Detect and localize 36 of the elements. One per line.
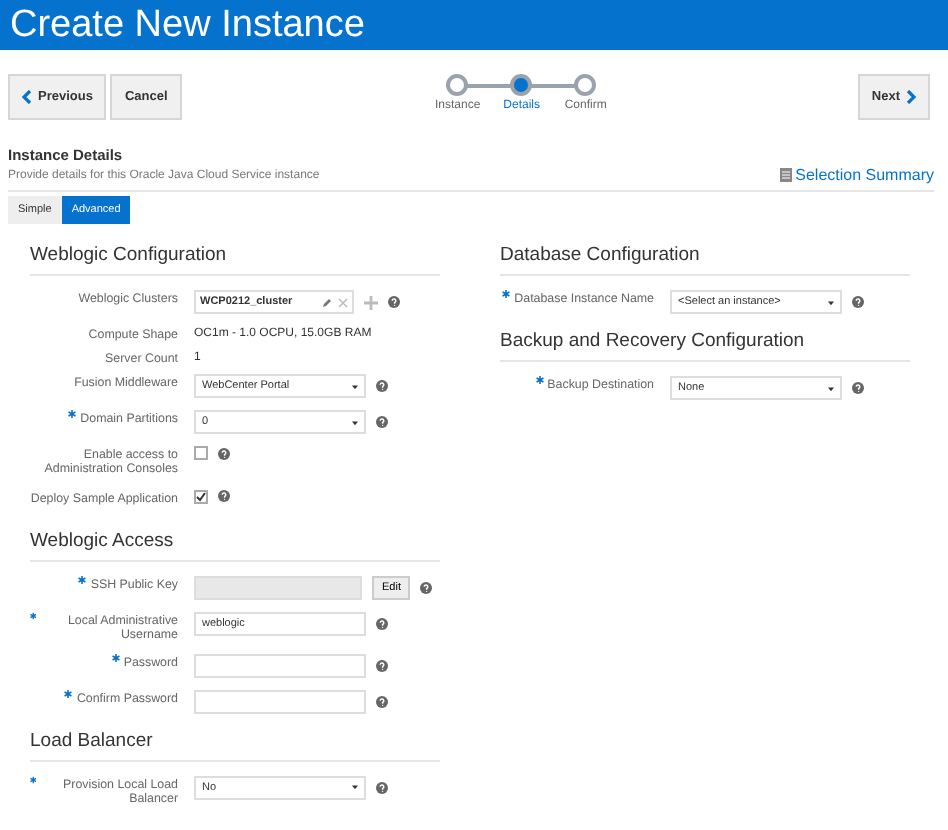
selection-summary-link[interactable]: Selection Summary	[779, 166, 934, 184]
help-icon[interactable]	[376, 416, 388, 429]
caret-icon	[828, 299, 834, 305]
section-heading: Weblogic Configuration	[30, 244, 440, 276]
help-icon[interactable]	[218, 490, 230, 502]
help-icon[interactable]	[218, 447, 230, 460]
list-icon	[779, 168, 792, 182]
chevron-right-icon	[906, 90, 916, 104]
input-field[interactable]	[194, 653, 366, 678]
caret-icon	[828, 385, 834, 391]
train-stop[interactable]	[446, 74, 469, 96]
help-icon[interactable]	[852, 296, 864, 308]
caret-icon	[352, 419, 358, 426]
train-stop[interactable]	[510, 74, 533, 96]
section-heading: Weblogic Access	[30, 529, 440, 561]
section-heading: Database Configuration	[500, 244, 910, 276]
help-icon[interactable]	[420, 581, 433, 593]
checkbox[interactable]	[194, 489, 208, 503]
help-icon[interactable]	[376, 380, 388, 393]
train-stop[interactable]	[574, 74, 597, 96]
help-icon[interactable]	[376, 659, 388, 672]
help-icon[interactable]	[388, 296, 400, 308]
input-field[interactable]	[194, 575, 362, 599]
chevron-left-icon	[22, 90, 32, 104]
caret-icon	[352, 383, 358, 390]
help-icon[interactable]	[376, 617, 388, 629]
section-heading: Load Balancer	[30, 729, 440, 762]
help-icon[interactable]	[376, 695, 388, 708]
page-title: Create New Instance	[10, 3, 365, 47]
checkbox[interactable]	[194, 446, 208, 461]
pencil-icon[interactable]	[322, 297, 332, 307]
section-heading: Backup and Recovery Configuration	[500, 330, 910, 362]
caret-icon	[352, 784, 358, 791]
help-icon[interactable]	[376, 781, 388, 794]
input-field[interactable]	[194, 689, 366, 714]
help-icon[interactable]	[852, 382, 864, 394]
